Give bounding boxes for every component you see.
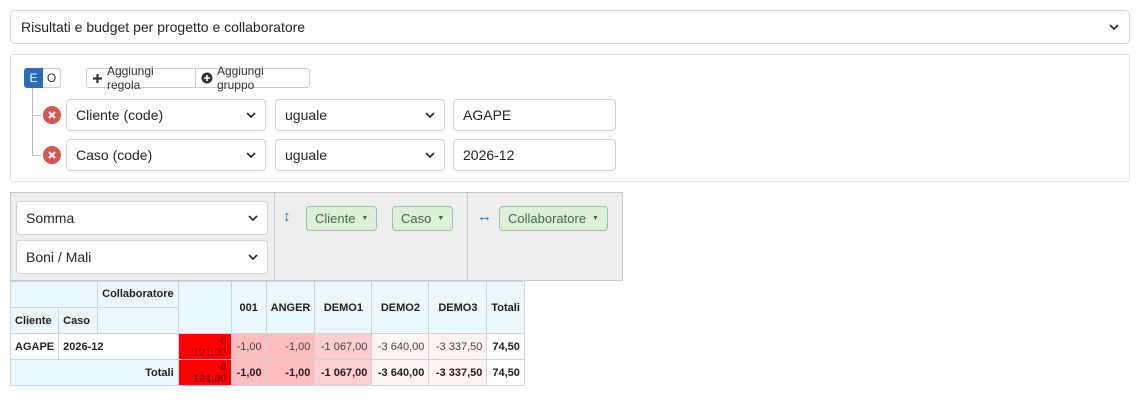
plus-icon xyxy=(92,73,102,83)
col-header: ANGER xyxy=(265,281,316,334)
add-rule-button[interactable]: Aggiungi regola xyxy=(86,64,196,92)
vertical-arrow-icon: ↕ xyxy=(283,208,291,225)
aggregator-select[interactable]: Somma xyxy=(16,201,268,235)
rule-operator-value: uguale xyxy=(285,107,328,123)
horizontal-arrow-icon: ↔ xyxy=(477,208,492,225)
chevron-down-icon xyxy=(425,112,435,119)
table-row: AGAPE 2026-12 -8 121,00 -1,00 -1,00 -1 0… xyxy=(9,333,525,360)
col-attr-header: Collaboratore xyxy=(97,281,179,308)
table-cell: -1,00 xyxy=(265,333,316,360)
table-cell: -3 640,00 xyxy=(371,333,430,360)
col-header: 001 xyxy=(230,281,267,334)
tree-connector xyxy=(32,88,33,155)
tree-connector xyxy=(32,115,41,116)
caret-down-icon: ▼ xyxy=(592,215,599,222)
table-cell: -1 067,00 xyxy=(314,333,373,360)
chevron-down-icon xyxy=(248,215,258,222)
rule-value-text: 2026-12 xyxy=(463,147,515,163)
chevron-down-icon xyxy=(246,112,256,119)
row-attr-header: Cliente xyxy=(9,307,60,334)
add-rule-label: Aggiungi regola xyxy=(106,64,154,92)
row-total: 74,50 xyxy=(486,333,525,360)
row-attr-label: Cliente xyxy=(315,211,356,226)
rule-operator-select[interactable]: uguale xyxy=(275,99,445,131)
caret-down-icon: ▼ xyxy=(361,215,369,222)
row-label-caso: 2026-12 xyxy=(58,333,179,360)
rule-field-select[interactable]: Cliente (code) xyxy=(66,99,266,131)
col-total: -1 067,00 xyxy=(314,359,373,386)
row-attr-header: Caso xyxy=(58,307,99,334)
delete-rule-icon[interactable] xyxy=(43,146,61,164)
col-attr-label: Collaboratore xyxy=(508,211,587,226)
condition-or-button[interactable]: O xyxy=(43,68,61,88)
row-attr-chip[interactable]: Cliente ▼ xyxy=(306,206,378,231)
totals-row: Totali -8 121,00 -1,00 -1,00 -1 067,00 -… xyxy=(10,359,525,386)
col-attr-chip[interactable]: Collaboratore ▼ xyxy=(499,206,608,231)
rule-field-select[interactable]: Caso (code) xyxy=(66,139,266,171)
delete-rule-icon[interactable] xyxy=(43,106,61,124)
rule-field-value: Caso (code) xyxy=(76,147,153,163)
col-header xyxy=(177,281,232,334)
report-select[interactable]: Risultati e budget per progetto e collab… xyxy=(10,10,1130,44)
rule-value-input[interactable]: AGAPE xyxy=(453,99,616,131)
pivot-table: Collaboratore 001 ANGER DEMO1 DEMO2 DEMO… xyxy=(9,281,525,386)
chevron-down-icon xyxy=(246,152,256,159)
table-cell: -8 121,00 xyxy=(177,333,232,360)
attribute-value: Boni / Mali xyxy=(26,249,92,265)
col-total: -1,00 xyxy=(230,359,267,386)
plus-circle-icon xyxy=(201,72,213,84)
rule-operator-value: uguale xyxy=(285,147,328,163)
row-label-cliente: AGAPE xyxy=(9,333,60,360)
chevron-down-icon xyxy=(425,152,435,159)
chevron-down-icon xyxy=(1109,24,1119,31)
row-attr-label: Caso xyxy=(401,211,432,226)
rule-value-input[interactable]: 2026-12 xyxy=(453,139,616,171)
rule-value-text: AGAPE xyxy=(463,107,512,123)
col-total: -8 121,00 xyxy=(177,359,232,386)
table-cell: -1,00 xyxy=(230,333,267,360)
col-total: -3 640,00 xyxy=(371,359,430,386)
pivot-corner xyxy=(97,307,179,334)
totals-row-label: Totali xyxy=(10,359,179,386)
col-header: DEMO1 xyxy=(314,281,373,334)
aggregator-value: Somma xyxy=(26,210,75,226)
grand-total: 74,50 xyxy=(486,359,525,386)
rule-field-value: Cliente (code) xyxy=(76,107,164,123)
attribute-select[interactable]: Boni / Mali xyxy=(16,240,268,274)
totals-header: Totali xyxy=(486,281,525,334)
add-group-label: Aggiungi gruppo xyxy=(216,64,264,92)
condition-and-button[interactable]: E xyxy=(24,68,43,88)
col-total: -1,00 xyxy=(265,359,316,386)
col-total: -3 337,50 xyxy=(428,359,488,386)
table-cell: -3 337,50 xyxy=(428,333,488,360)
row-attr-chip[interactable]: Caso ▼ xyxy=(392,206,454,231)
rule-operator-select[interactable]: uguale xyxy=(275,139,445,171)
pivot-corner xyxy=(9,281,99,308)
chevron-down-icon xyxy=(248,254,258,261)
add-group-button[interactable]: Aggiungi gruppo xyxy=(195,64,310,92)
report-select-value: Risultati e budget per progetto e collab… xyxy=(21,19,306,35)
tree-connector xyxy=(32,155,41,156)
col-header: DEMO3 xyxy=(428,281,488,334)
caret-down-icon: ▼ xyxy=(437,215,445,222)
col-header: DEMO2 xyxy=(371,281,430,334)
